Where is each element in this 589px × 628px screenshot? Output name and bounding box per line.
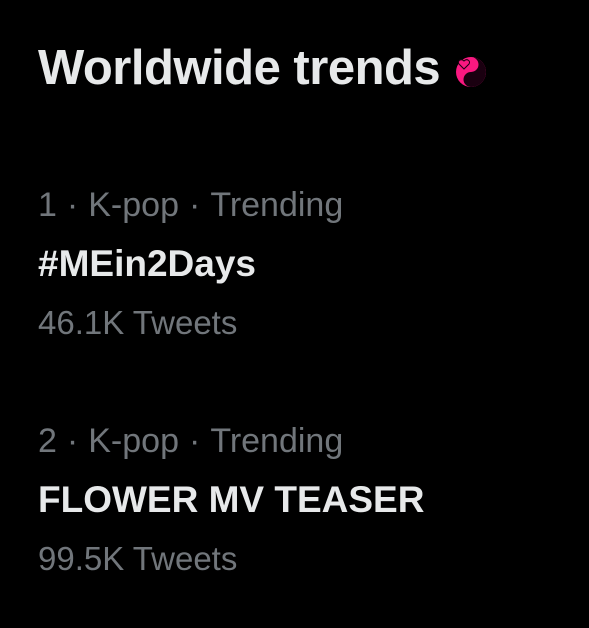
trend-meta: 1 · K-pop · Trending <box>38 186 343 224</box>
trend-rank: 2 <box>38 422 57 460</box>
separator: · <box>66 422 79 460</box>
trend-item-2[interactable]: 2 · K-pop · Trending FLOWER MV TEASER 99.5K … <box>38 422 424 578</box>
heart-yin-yang-icon <box>454 55 488 89</box>
separator: · <box>66 186 79 224</box>
page-title: Worldwide trends <box>38 41 441 95</box>
trend-tweet-count: 46.1K Tweets <box>38 304 238 341</box>
separator: · <box>188 186 201 224</box>
trend-meta: 2 · K-pop · Trending <box>38 422 424 460</box>
trends-header: Worldwide trends <box>38 44 488 93</box>
trend-name[interactable]: #MEin2Days <box>38 244 343 284</box>
trend-context: Trending <box>210 186 344 224</box>
trend-context: Trending <box>210 422 344 460</box>
trend-name[interactable]: FLOWER MV TEASER <box>38 480 424 520</box>
trend-tweet-count: 99.5K Tweets <box>38 540 238 577</box>
trend-category: K-pop <box>88 186 179 224</box>
separator: · <box>188 422 201 460</box>
trend-category: K-pop <box>88 422 179 460</box>
trend-rank: 1 <box>38 186 57 224</box>
trend-item-1[interactable]: 1 · K-pop · Trending #MEin2Days 46.1K Tweets <box>38 186 343 342</box>
